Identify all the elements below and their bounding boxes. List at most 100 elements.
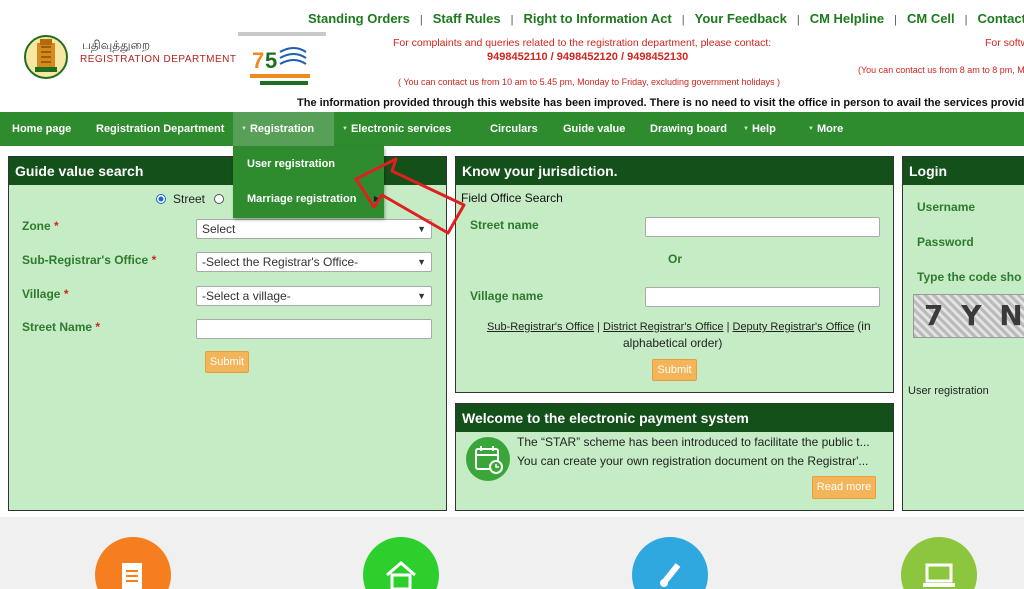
street-name-label: Street name (470, 218, 539, 232)
site-header: பதிவுத்துறை REGISTRATION DEPARTMENT 7 5 … (0, 0, 1024, 112)
user-registration-link[interactable]: User registration (908, 385, 989, 397)
required-marker: * (95, 320, 101, 334)
field-office-search-label: Field Office Search (461, 191, 563, 205)
street-name-input[interactable] (196, 319, 432, 339)
zone-label: Zone * (22, 219, 59, 233)
village-label-text: Village (22, 287, 61, 301)
nav-help-label: Help (751, 123, 776, 135)
link-sub-registrar-office[interactable]: Sub-Registrar's Office (487, 321, 594, 333)
annotation-arrow-icon (354, 157, 466, 235)
svg-text:7: 7 (252, 48, 264, 73)
link-rti-act[interactable]: Right to Information Act (523, 11, 671, 26)
payment-line-1: The “STAR” scheme has been introduced to… (517, 435, 870, 449)
calendar-icon (466, 437, 510, 481)
jurisdiction-panel: Know your jurisdiction. Field Office Sea… (455, 156, 894, 393)
payment-line-2: You can create your own registration doc… (517, 454, 869, 468)
nav-circulars-label: Circulars (490, 123, 538, 135)
nav-registration-department[interactable]: Registration Department (96, 112, 224, 146)
document-icon (122, 563, 142, 589)
captcha-label: Type the code sho (917, 270, 1022, 284)
street-name-label-text: Street Name (22, 320, 93, 334)
software-contact-text: For softw (985, 37, 1024, 49)
office-links: Sub-Registrar's Office | District Regist… (487, 319, 871, 333)
radio-street[interactable] (156, 194, 166, 204)
nav-home[interactable]: Home page (12, 112, 71, 146)
menu-item-user-registration[interactable]: User registration (247, 158, 335, 170)
nav-drawing-board[interactable]: Drawing board (650, 112, 727, 146)
nav-circulars[interactable]: Circulars (490, 112, 538, 146)
sro-select[interactable]: -Select the Registrar's Office- ▼ (196, 252, 432, 272)
link-standing-orders[interactable]: Standing Orders (308, 11, 410, 26)
chevron-down-icon: ▼ (417, 291, 426, 301)
dropdown-caret-icon: ▼ (241, 126, 247, 133)
nav-more-label: More (816, 123, 844, 135)
software-contact-hours: (You can contact us from 8 am to 8 pm, M… (858, 65, 1024, 75)
nav-more[interactable]: ▼ More (808, 112, 843, 146)
amrit-mahotsav-icon: 7 5 (238, 32, 326, 85)
payment-panel: Welcome to the electronic payment system… (455, 403, 894, 511)
username-label: Username (917, 200, 976, 214)
captcha-text: 7 Y N (924, 299, 1024, 332)
street-name-label: Street Name * (22, 320, 100, 334)
dept-name-tamil: பதிவுத்துறை (82, 38, 150, 52)
site-notice: The information provided through this we… (297, 97, 1024, 109)
radio-other[interactable] (214, 194, 224, 204)
nav-electronic-services[interactable]: ▼ Electronic services (342, 112, 451, 146)
link-district-registrar-office[interactable]: District Registrar's Office (603, 321, 723, 333)
chevron-down-icon: ▼ (417, 257, 426, 267)
link-staff-rules[interactable]: Staff Rules (433, 11, 501, 26)
jurisdiction-village-input[interactable] (645, 287, 880, 307)
scroll-certificate-icon (659, 563, 681, 587)
or-separator: Or (668, 252, 683, 266)
sro-label: Sub-Registrar's Office * (22, 253, 156, 267)
sro-select-value: -Select the Registrar's Office- (202, 255, 359, 269)
svg-text:5: 5 (265, 48, 277, 73)
contact-hours: ( You can contact us from 10 am to 5.45 … (398, 77, 781, 87)
village-select[interactable]: -Select a village- ▼ (196, 286, 432, 306)
nav-registration-label: Registration (249, 123, 315, 135)
password-label: Password (917, 235, 974, 249)
login-title: Login (903, 157, 1024, 185)
document-service-icon[interactable] (95, 537, 171, 589)
complaint-text: For complaints and queries related to th… (393, 37, 772, 49)
link-cm-cell[interactable]: CM Cell (907, 11, 955, 26)
dropdown-caret-icon: ▼ (342, 126, 348, 133)
computer-icon (923, 563, 955, 587)
payment-title: Welcome to the electronic payment system (456, 404, 893, 432)
property-service-icon[interactable] (363, 537, 439, 589)
village-label: Village * (22, 287, 68, 301)
tamilnadu-emblem-icon[interactable] (24, 33, 68, 81)
read-more-button[interactable]: Read more (812, 476, 876, 499)
online-service-icon[interactable] (901, 537, 977, 589)
required-marker: * (54, 219, 59, 233)
login-panel: Login Username Password Type the code sh… (902, 156, 1024, 511)
dropdown-caret-icon: ▼ (743, 126, 749, 133)
link-cm-helpline[interactable]: CM Helpline (810, 11, 884, 26)
main-nav: Home page Registration Department ▼ Regis… (0, 112, 1024, 146)
captcha-image: 7 Y N (913, 294, 1024, 338)
certificate-service-icon[interactable] (632, 537, 708, 589)
nav-guide-value-label: Guide value (563, 123, 626, 135)
village-name-label: Village name (470, 289, 544, 303)
link-deputy-registrar-office[interactable]: Deputy Registrar's Office (733, 321, 855, 333)
house-icon (386, 561, 416, 589)
menu-item-marriage-registration[interactable]: Marriage registration (247, 193, 356, 205)
nav-help[interactable]: ▼ Help (743, 112, 776, 146)
alphabetical-order-text: alphabetical order) (623, 336, 723, 350)
link-feedback[interactable]: Your Feedback (695, 11, 787, 26)
jurisdiction-submit-button[interactable]: Submit (652, 359, 697, 381)
nav-home-label: Home page (12, 123, 72, 135)
jurisdiction-title: Know your jurisdiction. (456, 157, 893, 185)
jurisdiction-street-input[interactable] (645, 217, 880, 237)
azadi-amrit-mahotsav-logo: 7 5 (236, 30, 328, 90)
dropdown-caret-icon: ▼ (808, 126, 814, 133)
top-links-bar: Standing Orders | Staff Rules | Right to Inf… (308, 11, 1024, 26)
sro-label-text: Sub-Registrar's Office (22, 253, 149, 267)
phone-numbers: 9498452110 / 9498452120 / 9498452130 (487, 51, 689, 63)
link-contact[interactable]: Contact U (978, 11, 1024, 26)
nav-guide-value[interactable]: Guide value (563, 112, 625, 146)
nav-registration[interactable]: ▼ Registration (233, 112, 334, 146)
required-marker: * (151, 253, 157, 267)
zone-label-text: Zone (22, 219, 51, 233)
guide-value-submit-button[interactable]: Submit (205, 351, 249, 373)
